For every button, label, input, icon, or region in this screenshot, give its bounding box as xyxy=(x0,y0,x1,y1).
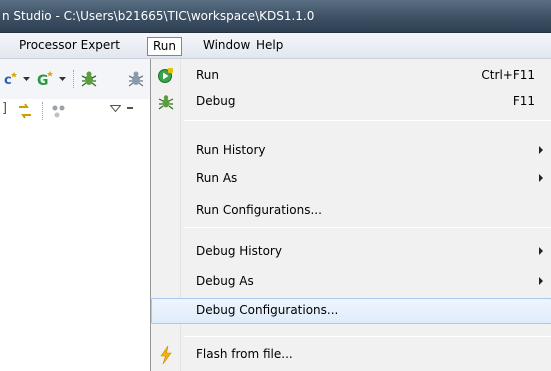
toolbar-separator xyxy=(73,70,74,88)
nodes-icon[interactable] xyxy=(50,102,68,120)
menu-item-label: Run Configurations... xyxy=(196,203,322,217)
bracket-icon: ] xyxy=(2,101,8,116)
svg-text:c: c xyxy=(4,73,12,88)
debug-bug-icon[interactable] xyxy=(126,69,146,89)
menu-item-label: Run xyxy=(196,68,220,82)
menu-item-label: Debug Configurations... xyxy=(196,303,339,317)
dropdown-arrow-icon[interactable] xyxy=(22,76,30,82)
menu-item-label: Flash from file... xyxy=(196,347,293,361)
submenu-arrow-icon xyxy=(539,146,543,154)
link-icon[interactable] xyxy=(15,101,35,121)
menu-item-debug-as[interactable]: Debug As xyxy=(151,269,551,295)
menu-item-label: Run As xyxy=(196,171,238,185)
menu-run[interactable]: Run xyxy=(147,37,183,56)
menu-item-run[interactable]: Run Ctrl+F11 xyxy=(151,63,551,89)
menu-item-shortcut: F11 xyxy=(512,94,535,108)
debug-bug-icon[interactable] xyxy=(79,69,99,89)
run-icon xyxy=(157,67,175,85)
toolbar-separator xyxy=(42,102,43,120)
menu-item-label: Run History xyxy=(196,143,266,157)
title-bar: n Studio - C:\Users\b21665\TIC\workspace… xyxy=(0,0,551,33)
menu-item-run-as[interactable]: Run As xyxy=(151,166,551,192)
minimize-icon[interactable] xyxy=(127,107,133,109)
submenu-arrow-icon xyxy=(539,247,543,255)
view-menu-icon[interactable] xyxy=(108,101,122,115)
menu-item-debug[interactable]: Debug F11 xyxy=(151,89,551,115)
main-toolbar: c G xyxy=(0,59,150,99)
menu-item-run-history[interactable]: Run History xyxy=(151,138,551,164)
new-c-class-icon[interactable]: c xyxy=(3,70,19,88)
menu-item-shortcut: Ctrl+F11 xyxy=(481,68,535,82)
menu-item-label: Debug As xyxy=(196,274,254,288)
new-cpp-icon[interactable]: G xyxy=(37,70,55,88)
menu-help[interactable]: Help xyxy=(251,37,288,56)
menu-bar: Processor Expert Run Window Help xyxy=(0,33,551,59)
run-menu-dropdown: Run Ctrl+F11 Debug F11 Run History Run A… xyxy=(150,59,551,371)
menu-item-debug-configurations[interactable]: Debug Configurations... xyxy=(151,298,551,324)
menu-item-label: Debug xyxy=(196,94,236,108)
view-toolbar: ] xyxy=(0,99,150,125)
svg-text:G: G xyxy=(37,73,49,88)
menu-processor-expert[interactable]: Processor Expert xyxy=(14,37,125,56)
debug-icon xyxy=(157,93,175,111)
menu-item-flash-from-file[interactable]: Flash from file... xyxy=(151,342,551,368)
menu-item-run-configurations[interactable]: Run Configurations... xyxy=(151,198,551,224)
window-title: n Studio - C:\Users\b21665\TIC\workspace… xyxy=(2,9,315,23)
submenu-arrow-icon xyxy=(539,174,543,182)
flash-lightning-icon xyxy=(157,346,175,364)
menu-separator xyxy=(184,227,551,228)
menu-window[interactable]: Window xyxy=(198,37,255,56)
menu-separator xyxy=(184,336,551,337)
menu-item-label: Debug History xyxy=(196,244,282,258)
menu-item-debug-history[interactable]: Debug History xyxy=(151,239,551,265)
menu-separator xyxy=(184,120,551,121)
dropdown-arrow-icon[interactable] xyxy=(58,76,66,82)
submenu-arrow-icon xyxy=(539,277,543,285)
